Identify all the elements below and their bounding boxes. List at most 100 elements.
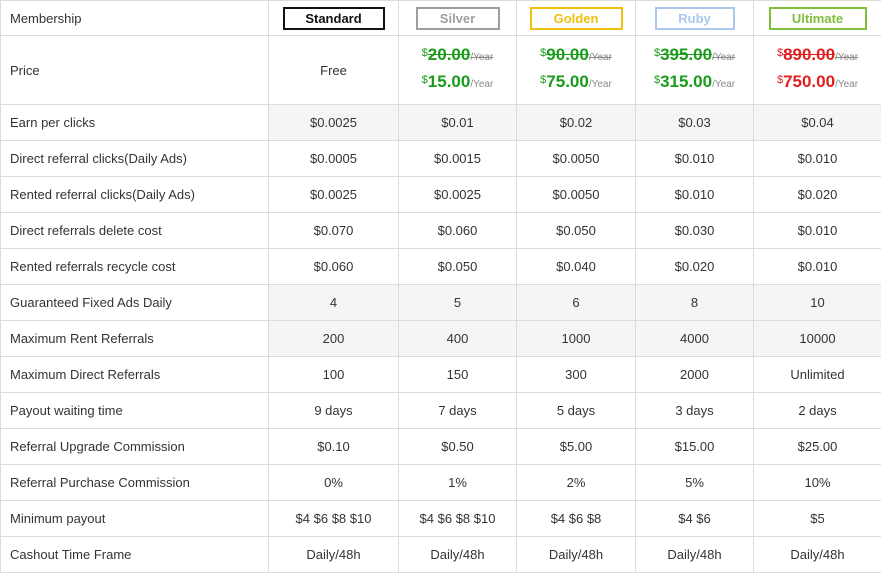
table-row: Direct referral clicks(Daily Ads) $0.000… <box>0 140 881 177</box>
price-ruby: $395.00/Year $315.00/Year <box>635 35 754 105</box>
cell-standard: 9 days <box>268 392 399 429</box>
plan-badge-silver[interactable]: Silver <box>415 6 500 30</box>
plan-header-golden: Golden <box>516 0 636 36</box>
cell-ruby: $0.010 <box>635 140 754 177</box>
price-golden-new: $75.00/Year <box>540 72 612 91</box>
cell-golden: Daily/48h <box>516 536 636 573</box>
cell-silver: 7 days <box>398 392 517 429</box>
cell-standard: 4 <box>268 284 399 321</box>
cell-silver: $0.50 <box>398 428 517 465</box>
table-row: Payout waiting time 9 days 7 days 5 days… <box>0 392 881 429</box>
cell-golden: 5 days <box>516 392 636 429</box>
price-ultimate-new: $750.00/Year <box>776 72 859 91</box>
membership-label: Membership <box>0 0 269 36</box>
table-row: Maximum Direct Referrals 100 150 300 200… <box>0 356 881 393</box>
cell-golden: $0.050 <box>516 212 636 249</box>
table-row: Rented referral clicks(Daily Ads) $0.002… <box>0 176 881 213</box>
cell-ultimate: 10 <box>753 284 881 321</box>
row-label: Earn per clicks <box>0 104 269 141</box>
membership-header-row: Membership Standard Silver Golden Ruby U… <box>0 0 881 36</box>
membership-pricing-table: Membership Standard Silver Golden Ruby U… <box>0 0 881 573</box>
cell-ruby: $0.020 <box>635 248 754 285</box>
price-ultimate-old: $890.00/Year <box>776 45 859 64</box>
cell-ultimate: $0.010 <box>753 140 881 177</box>
price-ruby-new: $315.00/Year <box>653 72 736 91</box>
plan-badge-ultimate[interactable]: Ultimate <box>768 6 867 30</box>
cell-silver: $0.0025 <box>398 176 517 213</box>
cell-ruby: $0.010 <box>635 176 754 213</box>
cell-ruby: $15.00 <box>635 428 754 465</box>
row-label: Payout waiting time <box>0 392 269 429</box>
cell-ruby: 5% <box>635 464 754 501</box>
cell-silver: $4 $6 $8 $10 <box>398 500 517 537</box>
cell-golden: $0.02 <box>516 104 636 141</box>
cell-ultimate: $25.00 <box>753 428 881 465</box>
price-standard-free: Free <box>320 62 347 78</box>
cell-standard: 200 <box>268 320 399 357</box>
plan-badge-ruby[interactable]: Ruby <box>654 6 735 30</box>
cell-ultimate: Daily/48h <box>753 536 881 573</box>
cell-golden: $5.00 <box>516 428 636 465</box>
cell-standard: 100 <box>268 356 399 393</box>
price-silver-new: $15.00/Year <box>421 72 494 91</box>
row-label: Rented referrals recycle cost <box>0 248 269 285</box>
price-ruby-old: $395.00/Year <box>653 45 736 64</box>
table-row: Rented referrals recycle cost $0.060 $0.… <box>0 248 881 285</box>
cell-ruby: 2000 <box>635 356 754 393</box>
row-label: Minimum payout <box>0 500 269 537</box>
row-label: Guaranteed Fixed Ads Daily <box>0 284 269 321</box>
plan-header-standard: Standard <box>268 0 399 36</box>
cell-ultimate: 10000 <box>753 320 881 357</box>
table-row: Minimum payout $4 $6 $8 $10 $4 $6 $8 $10… <box>0 500 881 537</box>
cell-standard: $0.10 <box>268 428 399 465</box>
table-row: Cashout Time Frame Daily/48h Daily/48h D… <box>0 536 881 573</box>
cell-golden: $0.040 <box>516 248 636 285</box>
cell-ruby: 4000 <box>635 320 754 357</box>
table-row: Direct referrals delete cost $0.070 $0.0… <box>0 212 881 249</box>
row-label: Referral Purchase Commission <box>0 464 269 501</box>
price-golden-old: $90.00/Year <box>540 45 612 64</box>
plan-badge-standard[interactable]: Standard <box>282 6 385 30</box>
row-label: Referral Upgrade Commission <box>0 428 269 465</box>
cell-golden: 6 <box>516 284 636 321</box>
cell-silver: $0.0015 <box>398 140 517 177</box>
table-row: Guaranteed Fixed Ads Daily 4 5 6 8 10 <box>0 284 881 321</box>
plan-header-silver: Silver <box>398 0 517 36</box>
cell-standard: 0% <box>268 464 399 501</box>
cell-standard: $0.0025 <box>268 104 399 141</box>
cell-golden: $0.0050 <box>516 176 636 213</box>
cell-ultimate: $0.020 <box>753 176 881 213</box>
cell-golden: $0.0050 <box>516 140 636 177</box>
cell-ruby: 3 days <box>635 392 754 429</box>
price-silver: $20.00/Year $15.00/Year <box>398 35 517 105</box>
cell-silver: $0.050 <box>398 248 517 285</box>
cell-standard: $0.070 <box>268 212 399 249</box>
cell-ultimate: $0.04 <box>753 104 881 141</box>
cell-standard: $0.0005 <box>268 140 399 177</box>
cell-ultimate: $0.010 <box>753 248 881 285</box>
cell-silver: Daily/48h <box>398 536 517 573</box>
row-label: Rented referral clicks(Daily Ads) <box>0 176 269 213</box>
cell-standard: $0.0025 <box>268 176 399 213</box>
cell-ruby: $4 $6 <box>635 500 754 537</box>
plan-header-ruby: Ruby <box>635 0 754 36</box>
cell-silver: $0.060 <box>398 212 517 249</box>
cell-silver: 5 <box>398 284 517 321</box>
row-label: Direct referral clicks(Daily Ads) <box>0 140 269 177</box>
cell-ultimate: 2 days <box>753 392 881 429</box>
cell-golden: 1000 <box>516 320 636 357</box>
row-label: Cashout Time Frame <box>0 536 269 573</box>
table-row: Earn per clicks $0.0025 $0.01 $0.02 $0.0… <box>0 104 881 141</box>
row-label: Direct referrals delete cost <box>0 212 269 249</box>
cell-ruby: $0.03 <box>635 104 754 141</box>
cell-silver: 400 <box>398 320 517 357</box>
price-row: Price Free $20.00/Year $15.00/Year $90.0… <box>0 35 881 105</box>
cell-silver: $0.01 <box>398 104 517 141</box>
plan-header-ultimate: Ultimate <box>753 0 881 36</box>
row-label: Maximum Rent Referrals <box>0 320 269 357</box>
cell-golden: 2% <box>516 464 636 501</box>
cell-silver: 150 <box>398 356 517 393</box>
plan-badge-golden[interactable]: Golden <box>529 6 623 30</box>
cell-standard: $0.060 <box>268 248 399 285</box>
cell-silver: 1% <box>398 464 517 501</box>
